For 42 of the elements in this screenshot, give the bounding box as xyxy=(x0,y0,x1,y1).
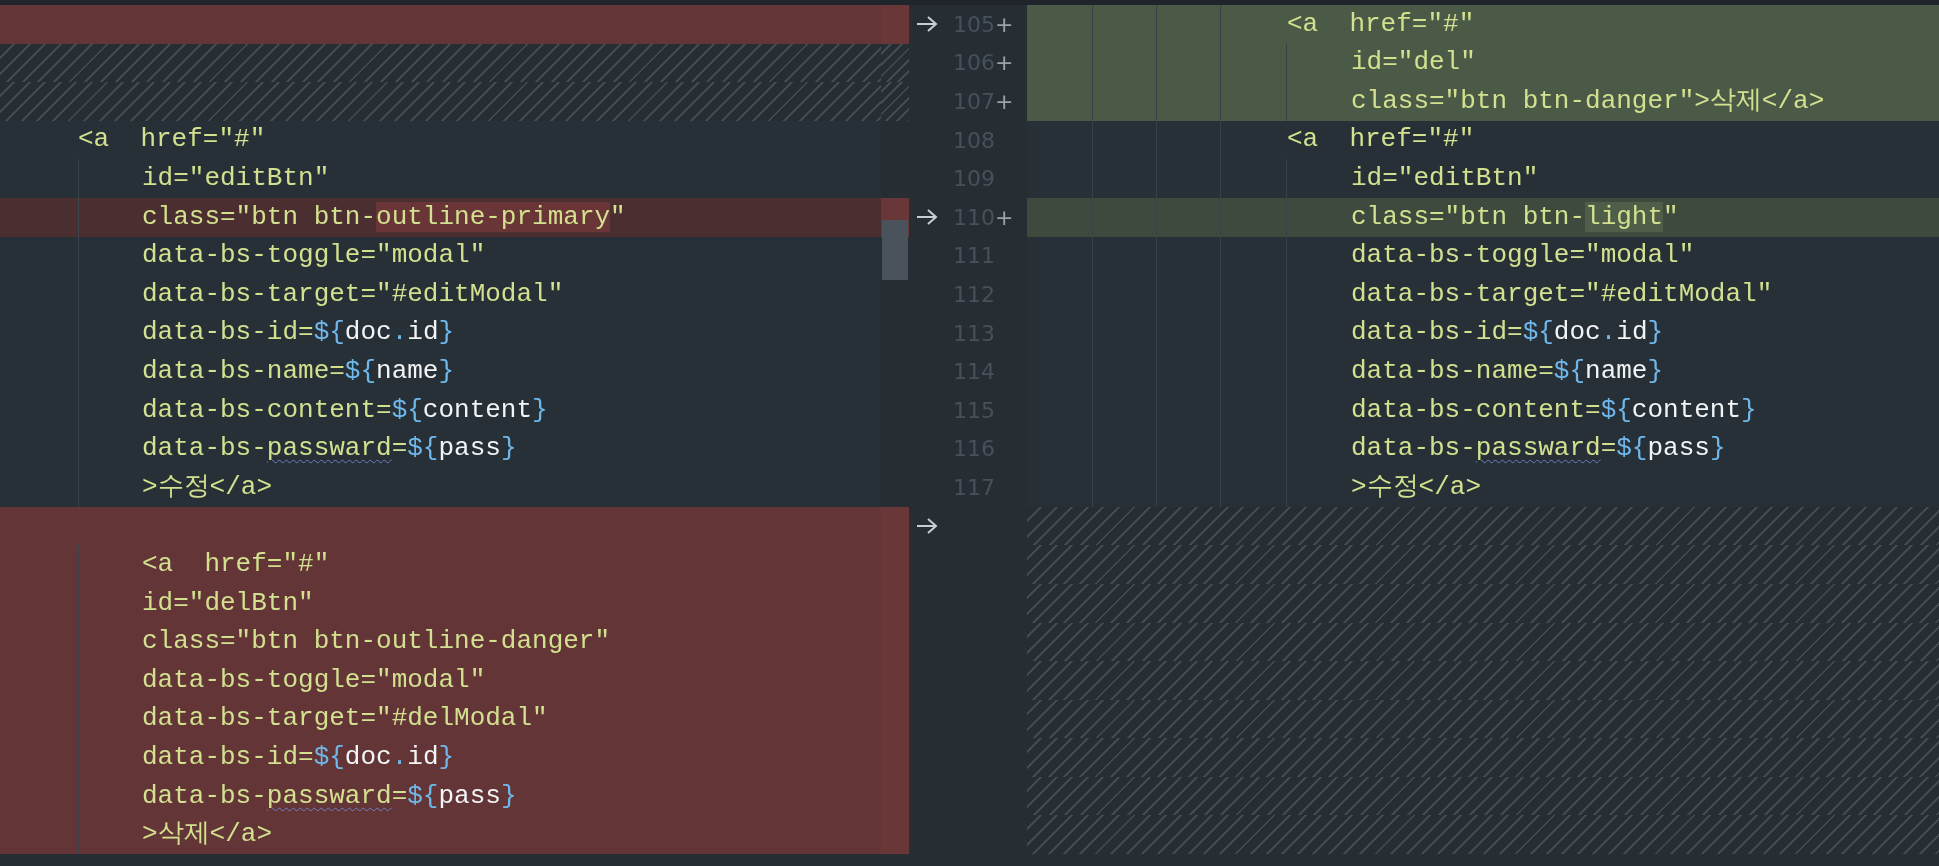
arrow-right-icon[interactable] xyxy=(915,207,939,228)
code-line: data-bs-toggle="modal" xyxy=(1351,240,1695,272)
code-line: <a href="#" xyxy=(142,549,330,581)
code-line: data-bs-passward=${pass} xyxy=(142,780,517,812)
code-line: >수정</a> xyxy=(142,471,272,503)
code-line: <a href="#" xyxy=(78,124,266,156)
code-line: data-bs-target="#delModal" xyxy=(142,703,548,735)
change-marker xyxy=(881,43,909,83)
code-line: <a href="#" xyxy=(1287,124,1475,156)
code-line: <a href="#" xyxy=(1287,8,1475,40)
code-line: >삭제</a> xyxy=(142,819,272,851)
arrow-right-icon[interactable] xyxy=(915,14,939,35)
code-line: data-bs-name=${name} xyxy=(1351,356,1664,388)
code-line: class="btn btn-outline-danger" xyxy=(142,626,611,658)
code-line: data-bs-id=${doc.id} xyxy=(1351,317,1664,349)
added-marker: + xyxy=(995,11,1015,37)
added-marker: + xyxy=(995,89,1015,114)
code-line: data-bs-content=${content} xyxy=(1351,394,1757,426)
code-line: >수정</a> xyxy=(1351,471,1481,503)
code-line: class="btn btn-outline-primary" xyxy=(142,201,626,233)
arrow-right-icon[interactable] xyxy=(915,516,939,536)
code-line: data-bs-id=${doc.id} xyxy=(142,317,455,349)
scrollbar-thumb[interactable] xyxy=(882,220,908,280)
code-line: class="btn btn-danger">삭제</a> xyxy=(1351,85,1825,118)
code-line: id="editBtn" xyxy=(142,163,330,195)
code-line: data-bs-target="#editModal" xyxy=(142,278,564,311)
code-line: id="del" xyxy=(1351,47,1476,79)
code-line: data-bs-target="#editModal" xyxy=(1351,278,1773,311)
code-line: data-bs-toggle="modal" xyxy=(142,664,486,696)
code-line: id="editBtn" xyxy=(1351,163,1539,195)
code-line: data-bs-passward=${pass} xyxy=(142,433,517,465)
change-marker xyxy=(881,506,909,546)
code-line: data-bs-name=${name} xyxy=(142,356,455,388)
code-line: data-bs-id=${doc.id} xyxy=(142,742,455,774)
code-line: data-bs-content=${content} xyxy=(142,394,548,426)
change-marker xyxy=(881,5,909,44)
code-line: data-bs-toggle="modal" xyxy=(142,240,486,272)
added-marker: + xyxy=(995,50,1015,76)
code-line: id="delBtn" xyxy=(142,587,314,619)
code-line: class="btn btn-light" xyxy=(1351,201,1679,233)
added-marker: + xyxy=(995,204,1015,230)
code-line: data-bs-passward=${pass} xyxy=(1351,433,1726,465)
